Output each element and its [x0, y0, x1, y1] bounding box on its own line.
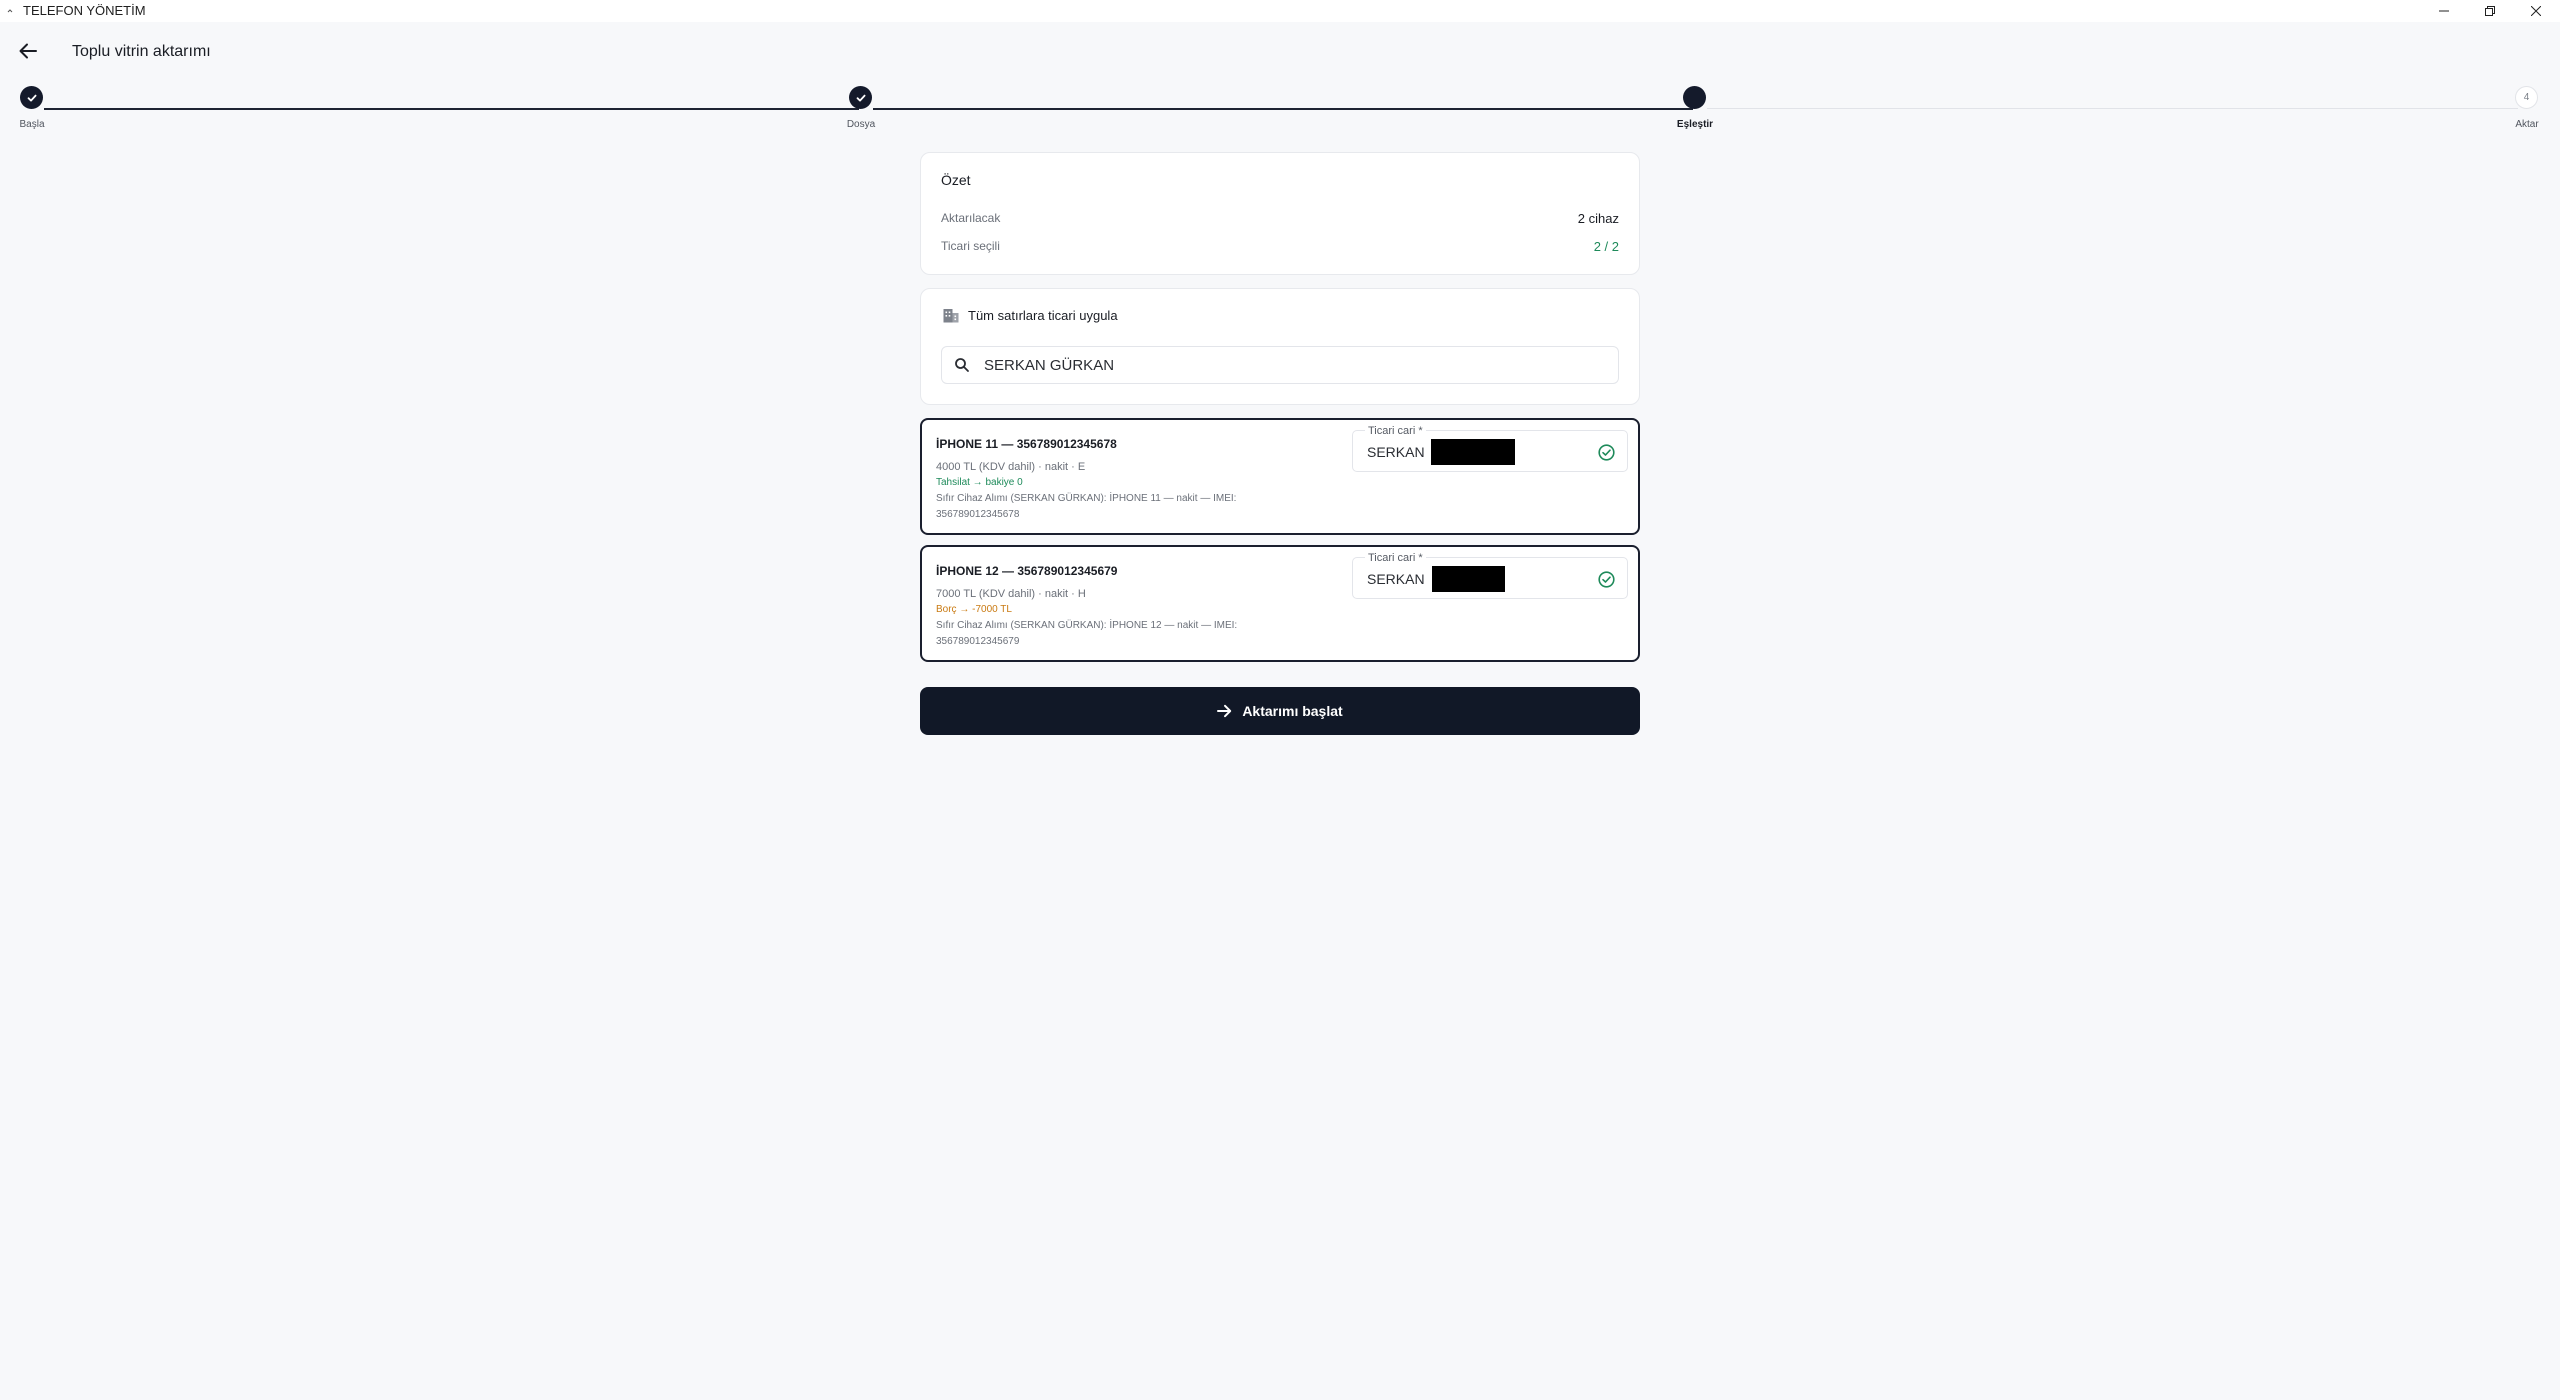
device-title: İPHONE 12 — 356789012345679	[936, 564, 1118, 578]
step-connector-3	[1707, 108, 2518, 109]
arrow-right-icon	[1217, 704, 1232, 718]
check-icon	[856, 94, 865, 101]
summary-row-count: Aktarılacak 2 cihaz	[941, 211, 1619, 227]
start-transfer-label: Aktarımı başlat	[1242, 703, 1343, 719]
window-titlebar: TELEFON YÖNETİM	[0, 0, 2560, 22]
ticari-cari-value: SERKAN	[1367, 444, 1425, 460]
device-status: Borç → -7000 TL	[936, 604, 1012, 615]
step-connector-1	[44, 108, 859, 110]
step-label-dosya: Dosya	[846, 119, 876, 130]
restore-icon	[2485, 6, 2495, 16]
redaction-block	[1432, 566, 1505, 592]
step-connector-2	[873, 108, 1693, 110]
ticari-cari-value: SERKAN	[1367, 571, 1425, 587]
apply-all-title: Tüm satırlara ticari uygula	[968, 308, 1118, 323]
device-price: 7000 TL (KDV dahil) · nakit · H	[936, 588, 1086, 600]
step-eslestir[interactable]	[1683, 86, 1706, 109]
device-description: Sıfır Cihaz Alımı (SERKAN GÜRKAN): İPHON…	[936, 493, 1237, 504]
summary-value: 2 cihaz	[1577, 211, 1619, 226]
ticari-cari-field[interactable]: Ticari cari * SERKAN	[1352, 425, 1628, 472]
app-chevron-icon	[7, 9, 13, 13]
device-row: İPHONE 12 — 356789012345679 7000 TL (KDV…	[920, 545, 1640, 662]
restore-button[interactable]	[2467, 0, 2513, 22]
ticari-search-input[interactable]	[984, 356, 1584, 374]
step-basla[interactable]	[20, 86, 43, 109]
summary-key: Ticari seçili	[941, 239, 1000, 253]
step-dosya[interactable]	[849, 86, 872, 109]
summary-key: Aktarılacak	[941, 211, 1001, 225]
device-row: İPHONE 11 — 356789012345678 4000 TL (KDV…	[920, 418, 1640, 535]
apply-all-header: Tüm satırlara ticari uygula	[943, 308, 1118, 323]
minimize-icon	[2439, 10, 2449, 12]
device-description: Sıfır Cihaz Alımı (SERKAN GÜRKAN): İPHON…	[936, 620, 1238, 631]
minimize-button[interactable]	[2421, 0, 2467, 22]
summary-title: Özet	[941, 172, 971, 188]
ticari-search-box[interactable]	[941, 346, 1619, 384]
device-imei: 356789012345679	[936, 636, 1020, 647]
step-label-aktar: Aktar	[2515, 119, 2539, 130]
summary-value: 2 / 2	[1593, 239, 1619, 254]
back-button[interactable]	[14, 37, 42, 65]
apply-all-card: Tüm satırlara ticari uygula	[920, 288, 1640, 405]
summary-card: Özet Aktarılacak 2 cihaz Ticari seçili 2…	[920, 152, 1640, 275]
step-label-eslestir: Eşleştir	[1676, 119, 1714, 130]
ticari-cari-label: Ticari cari *	[1365, 552, 1426, 564]
device-imei: 356789012345678	[936, 509, 1020, 520]
device-status: Tahsilat → bakiye 0	[936, 477, 1023, 488]
ticari-cari-label: Ticari cari *	[1365, 425, 1426, 437]
step-aktar[interactable]: 4	[2515, 86, 2538, 109]
redaction-block	[1431, 439, 1515, 465]
building-icon	[943, 309, 959, 323]
close-icon	[2531, 6, 2541, 16]
start-transfer-button[interactable]: Aktarımı başlat	[920, 687, 1640, 735]
device-title: İPHONE 11 — 356789012345678	[936, 437, 1117, 451]
summary-row-selected: Ticari seçili 2 / 2	[941, 239, 1619, 255]
search-icon	[954, 357, 970, 373]
close-button[interactable]	[2513, 0, 2559, 22]
step-number: 4	[2523, 92, 2530, 103]
check-icon	[27, 94, 36, 101]
check-circle-icon	[1598, 444, 1615, 461]
window-title: TELEFON YÖNETİM	[23, 3, 146, 18]
check-circle-icon	[1598, 571, 1615, 588]
page-title: Toplu vitrin aktarımı	[72, 43, 211, 60]
step-label-basla: Başla	[19, 119, 45, 130]
device-price: 4000 TL (KDV dahil) · nakit · E	[936, 461, 1086, 473]
arrow-left-icon	[19, 43, 37, 59]
ticari-cari-field[interactable]: Ticari cari * SERKAN	[1352, 552, 1628, 599]
